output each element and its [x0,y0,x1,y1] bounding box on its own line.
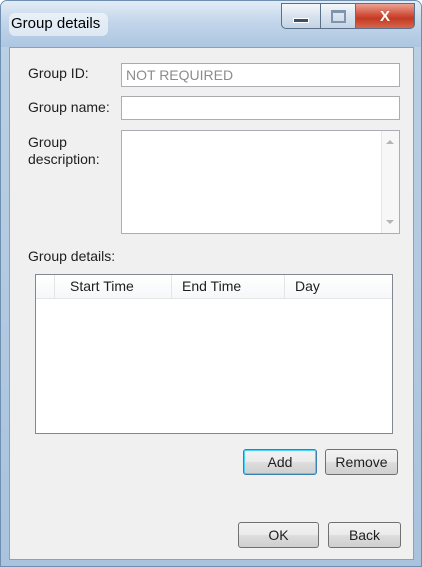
group-name-label: Group name: [28,99,110,115]
group-id-label: Group ID: [28,65,89,81]
list-header: Start Time End Time Day [36,275,392,299]
maximize-button[interactable] [321,3,356,29]
close-icon: X [379,7,390,25]
description-scrollbar[interactable] [381,131,399,233]
close-button[interactable]: X [356,3,415,29]
group-description-textarea[interactable] [121,130,400,234]
column-header-blank[interactable] [36,275,55,298]
caption-buttons: X [281,3,415,29]
scroll-up-arrow-icon[interactable] [386,140,394,144]
title-bar[interactable]: Group details X [1,1,421,47]
ok-button[interactable]: OK [238,522,319,548]
dialog-body: Group ID: NOT REQUIRED Group name: Group… [9,47,414,560]
column-header-end-time[interactable]: End Time [172,275,285,298]
minimize-icon [293,17,309,23]
group-name-input[interactable] [121,96,400,120]
remove-button[interactable]: Remove [325,449,398,475]
group-details-label: Group details: [28,248,116,264]
group-details-window: Group details X Group ID: NOT REQUIRED G… [0,0,422,567]
group-description-label-line1: Group [28,134,67,150]
window-title: Group details [9,13,109,36]
group-id-input[interactable]: NOT REQUIRED [121,63,400,87]
group-details-list[interactable]: Start Time End Time Day [35,274,393,434]
scroll-down-arrow-icon[interactable] [386,220,394,224]
column-header-day[interactable]: Day [285,275,385,298]
minimize-button[interactable] [281,3,321,29]
add-button[interactable]: Add [243,449,317,475]
column-header-start-time[interactable]: Start Time [55,275,172,298]
group-description-label-line2: description: [28,151,100,167]
maximize-icon [330,9,346,23]
back-button[interactable]: Back [328,522,401,548]
